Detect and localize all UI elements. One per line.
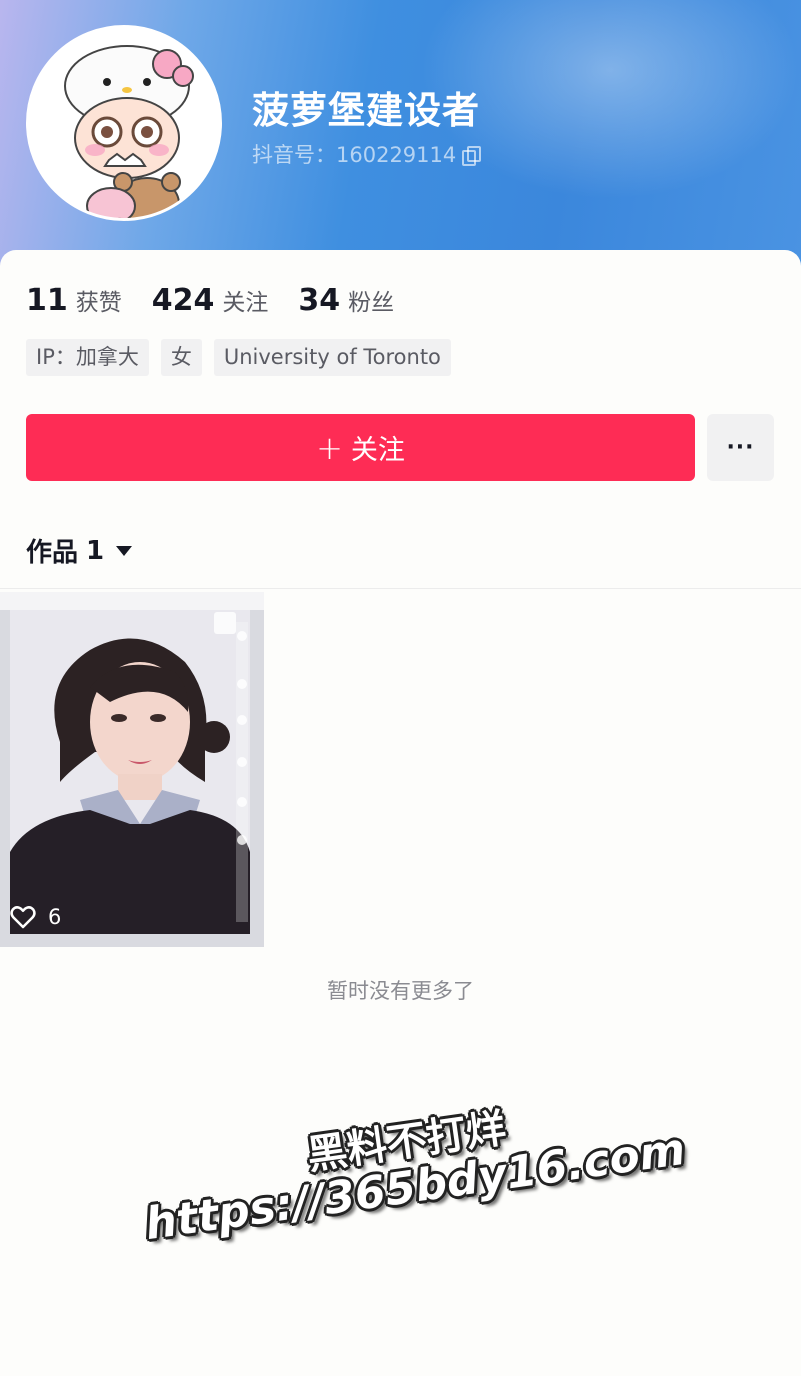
works-count: 1 <box>86 535 105 566</box>
avatar-illustration <box>29 28 219 218</box>
ellipsis-icon: ··· <box>726 435 755 460</box>
plus-icon: + <box>316 428 343 467</box>
stats-row: 11 获赞 424 关注 34 粉丝 <box>26 283 394 318</box>
stat-following-value: 424 <box>151 283 215 318</box>
stat-followers[interactable]: 34 粉丝 <box>298 283 394 318</box>
works-label: 作品 <box>26 538 79 568</box>
divider <box>0 588 801 589</box>
like-count-text: 6 <box>48 905 62 929</box>
more-options-button[interactable]: ··· <box>707 414 774 481</box>
stat-likes-value: 11 <box>26 283 68 318</box>
no-more-content-text: 暂时没有更多了 <box>327 979 474 1003</box>
douyin-id-text: 抖音号：160229114 <box>252 143 457 167</box>
stat-following[interactable]: 424 关注 <box>152 283 269 318</box>
tag-school[interactable]: University of Toronto <box>213 339 451 376</box>
profile-name: 菠萝堡建设者 <box>252 89 480 132</box>
video-thumbnail[interactable] <box>0 592 264 947</box>
works-tab[interactable]: 作品 1 <box>26 532 133 569</box>
stat-followers-label: 粉丝 <box>348 290 395 316</box>
follow-button-label: 关注 <box>350 435 405 466</box>
douyin-id-row[interactable]: 抖音号：160229114 <box>252 139 482 169</box>
avatar[interactable] <box>26 25 222 221</box>
heart-icon <box>10 906 36 929</box>
video-cover-image <box>0 592 264 947</box>
stat-likes[interactable]: 11 获赞 <box>26 283 122 318</box>
video-like-count: 6 <box>10 905 61 929</box>
tag-gender: 女 <box>160 339 202 376</box>
stat-followers-value: 34 <box>298 283 341 318</box>
tag-ip-location: IP：加拿大 <box>26 339 149 376</box>
caret-down-icon <box>116 545 133 556</box>
copy-icon[interactable] <box>462 146 482 166</box>
profile-tags: IP：加拿大 女 University of Toronto <box>26 339 451 376</box>
follow-button[interactable]: + 关注 <box>26 414 695 481</box>
stat-likes-label: 获赞 <box>75 290 122 316</box>
stat-following-label: 关注 <box>222 290 269 316</box>
